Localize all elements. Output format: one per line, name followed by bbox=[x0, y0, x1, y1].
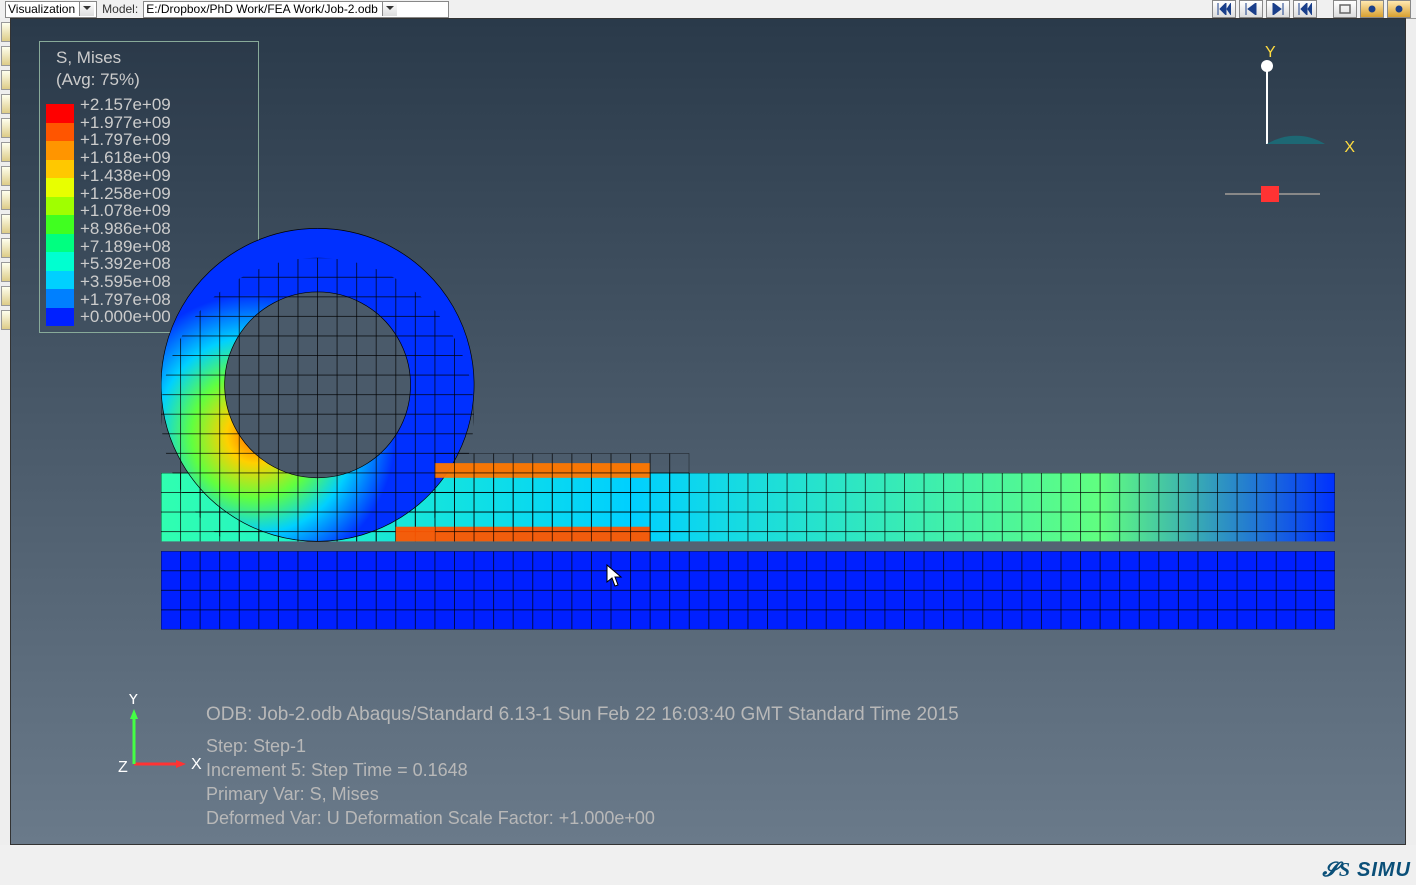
triad-x-label: X bbox=[1344, 139, 1355, 157]
legend-value: +0.000e+00 bbox=[80, 308, 171, 326]
model-label: Model: bbox=[102, 2, 138, 16]
top-toolbar: Visualization Model: E:/Dropbox/PhD Work… bbox=[0, 0, 1416, 19]
animation-settings-button[interactable] bbox=[1333, 0, 1357, 18]
legend-swatch bbox=[46, 123, 74, 142]
legend-value: +3.595e+08 bbox=[80, 273, 171, 291]
legend-swatch bbox=[46, 289, 74, 308]
legend-swatch bbox=[46, 215, 74, 234]
legend-value: +1.078e+09 bbox=[80, 202, 171, 220]
triad-y-label: Y bbox=[1265, 44, 1276, 62]
axis-y-label: Y bbox=[128, 694, 139, 708]
legend-avg: (Avg: 75%) bbox=[46, 70, 252, 90]
legend-value: +1.438e+09 bbox=[80, 167, 171, 185]
legend-swatch bbox=[46, 141, 74, 160]
module-dropdown-value: Visualization bbox=[8, 2, 75, 16]
status-increment: Increment 5: Step Time = 0.1648 bbox=[206, 758, 655, 782]
legend-color-bar bbox=[46, 104, 74, 326]
legend-value: +1.258e+09 bbox=[80, 185, 171, 203]
fea-contour-plot bbox=[161, 199, 1335, 649]
display-1-button[interactable] bbox=[1360, 0, 1384, 18]
chevron-down-icon bbox=[382, 2, 397, 16]
odb-info-line: ODB: Job-2.odb Abaqus/Standard 6.13-1 Su… bbox=[206, 704, 959, 726]
legend-value: +1.977e+09 bbox=[80, 114, 171, 132]
legend-value: +8.986e+08 bbox=[80, 220, 171, 238]
legend-value: +5.392e+08 bbox=[80, 255, 171, 273]
viewport[interactable]: S, Mises (Avg: 75%) +2.157e+09 +1.977e+0… bbox=[10, 18, 1406, 845]
status-deformed-var: Deformed Var: U Deformation Scale Factor… bbox=[206, 806, 655, 830]
legend-title: S, Mises bbox=[46, 48, 252, 68]
axis-x-label: X bbox=[191, 756, 202, 773]
legend-swatch bbox=[46, 178, 74, 197]
legend-swatch bbox=[46, 160, 74, 179]
step-back-button[interactable] bbox=[1239, 0, 1263, 18]
status-step: Step: Step-1 bbox=[206, 734, 655, 758]
go-first-button[interactable] bbox=[1212, 0, 1236, 18]
left-tool-strip bbox=[0, 18, 10, 845]
bottom-bar: 𝓢S SIMU bbox=[0, 845, 1416, 885]
legend-values: +2.157e+09 +1.977e+09 +1.797e+09 +1.618e… bbox=[80, 96, 171, 326]
legend-swatch bbox=[46, 271, 74, 290]
legend-value: +2.157e+09 bbox=[80, 96, 171, 114]
mini-axes-triad: X Y Z bbox=[116, 694, 196, 774]
legend-swatch bbox=[46, 197, 74, 216]
step-forward-button[interactable] bbox=[1266, 0, 1290, 18]
legend-swatch bbox=[46, 104, 74, 123]
playback-controls bbox=[1212, 0, 1411, 18]
legend-swatch bbox=[46, 234, 74, 253]
model-path-value: E:/Dropbox/PhD Work/FEA Work/Job-2.odb bbox=[146, 2, 378, 16]
brand-text: SIMU bbox=[1357, 859, 1411, 881]
go-last-button[interactable] bbox=[1293, 0, 1317, 18]
axis-z-label: Z bbox=[118, 759, 128, 776]
chevron-down-icon bbox=[79, 2, 94, 16]
status-block: Step: Step-1 Increment 5: Step Time = 0.… bbox=[206, 734, 655, 830]
display-2-button[interactable] bbox=[1387, 0, 1411, 18]
legend-value: +7.189e+08 bbox=[80, 238, 171, 256]
status-primary-var: Primary Var: S, Mises bbox=[206, 782, 655, 806]
legend-value: +1.797e+08 bbox=[80, 291, 171, 309]
legend-value: +1.618e+09 bbox=[80, 149, 171, 167]
legend-value: +1.797e+09 bbox=[80, 131, 171, 149]
module-dropdown[interactable]: Visualization bbox=[5, 1, 97, 18]
model-path-dropdown[interactable]: E:/Dropbox/PhD Work/FEA Work/Job-2.odb bbox=[143, 1, 449, 18]
legend-swatch bbox=[46, 252, 74, 271]
legend-swatch bbox=[46, 308, 74, 327]
brand-logo: 𝓢S SIMU bbox=[1322, 859, 1411, 882]
